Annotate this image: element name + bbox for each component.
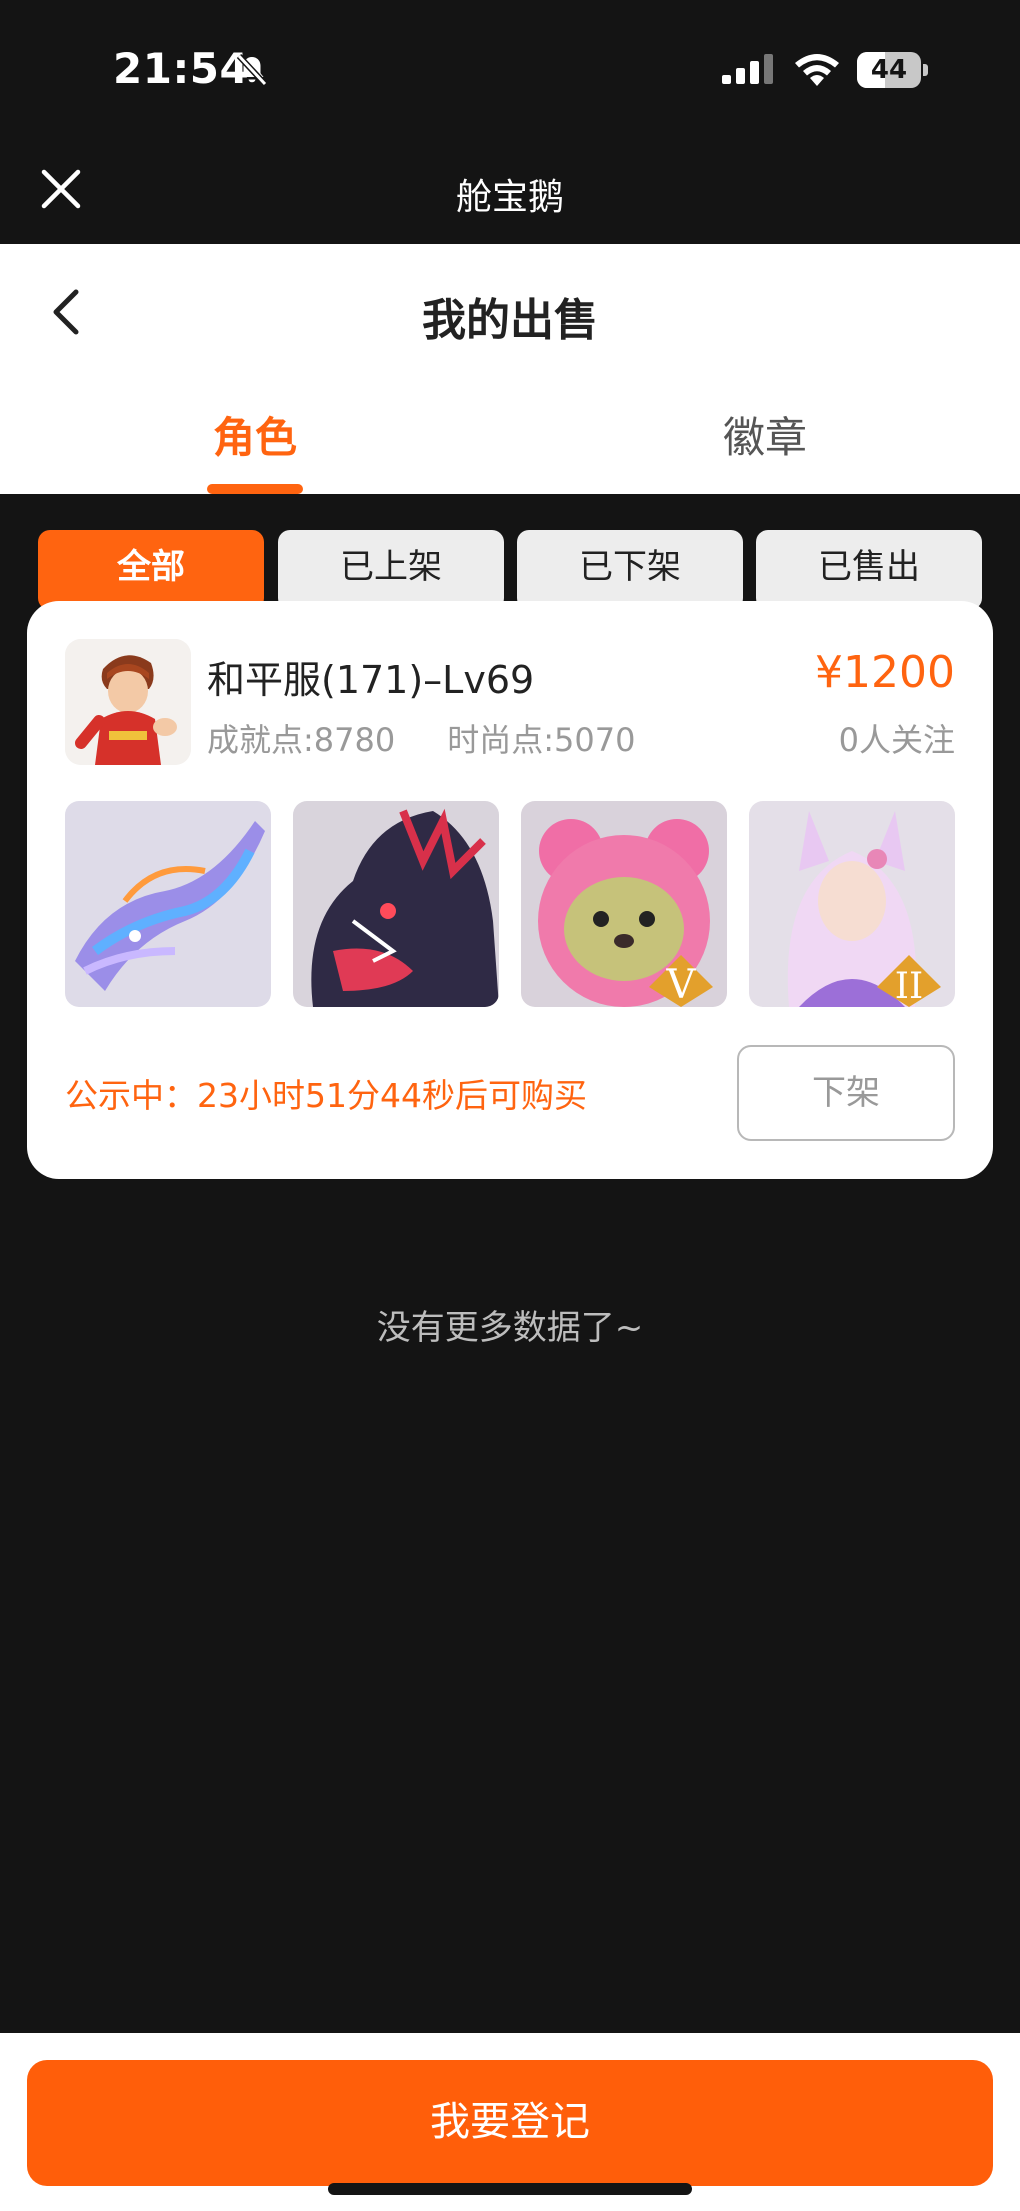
app-title: 舱宝鹅	[455, 177, 564, 218]
listing-price: ¥1200	[815, 647, 955, 698]
battery-level: 44	[870, 55, 908, 85]
register-button[interactable]: 我要登记	[27, 2060, 993, 2186]
filter-delisted-chip[interactable]: 已下架	[517, 530, 743, 610]
cellular-signal-icon	[722, 54, 773, 84]
filter-all-chip[interactable]: 全部	[38, 530, 264, 610]
tab-active-indicator	[207, 484, 303, 494]
bell-muted-icon	[236, 53, 268, 87]
listing-card[interactable]: 和平服(171)–Lv69 成就点:8780 时尚点:5070 ¥1200 0人关…	[27, 601, 993, 1179]
tier-badge-ii: II	[895, 966, 923, 1007]
listing-title: 和平服(171)–Lv69	[207, 658, 535, 702]
battery-icon: 44	[857, 52, 929, 88]
filter-listed-chip[interactable]: 已上架	[278, 530, 504, 610]
tab-badge[interactable]: 徽章	[680, 404, 850, 465]
follower-count: 0人关注	[838, 721, 955, 759]
home-indicator	[328, 2183, 692, 2195]
page-title: 我的出售	[422, 295, 598, 346]
item-thumb-dark-dragon[interactable]	[293, 801, 499, 1007]
achievement-points: 成就点:8780	[207, 721, 396, 759]
app-bar: 舱宝鹅	[0, 140, 1020, 244]
fashion-points: 时尚点:5070	[447, 721, 636, 759]
page-header: 我的出售 角色 徽章	[0, 244, 1020, 494]
tier-badge-v: V	[666, 962, 697, 1007]
bottom-bar: 我要登记	[0, 2033, 1020, 2211]
delist-button[interactable]: 下架	[737, 1045, 955, 1141]
item-thumb-pink-bear[interactable]: V	[521, 801, 727, 1007]
status-time: 21:54	[113, 44, 250, 93]
item-thumb-fox-girl[interactable]: II	[749, 801, 955, 1007]
no-more-data-text: 没有更多数据了~	[376, 1308, 644, 1348]
wifi-icon	[795, 54, 839, 86]
publicity-notice: 公示中：23小时51分44秒后可购买	[65, 1076, 587, 1115]
character-avatar	[65, 639, 191, 765]
status-bar: 21:54 44	[0, 0, 1020, 140]
item-thumb-blue-dragon[interactable]	[65, 801, 271, 1007]
tab-role[interactable]: 角色	[170, 404, 340, 465]
filter-sold-chip[interactable]: 已售出	[756, 530, 982, 610]
listing-stats: 成就点:8780 时尚点:5070	[207, 715, 687, 761]
